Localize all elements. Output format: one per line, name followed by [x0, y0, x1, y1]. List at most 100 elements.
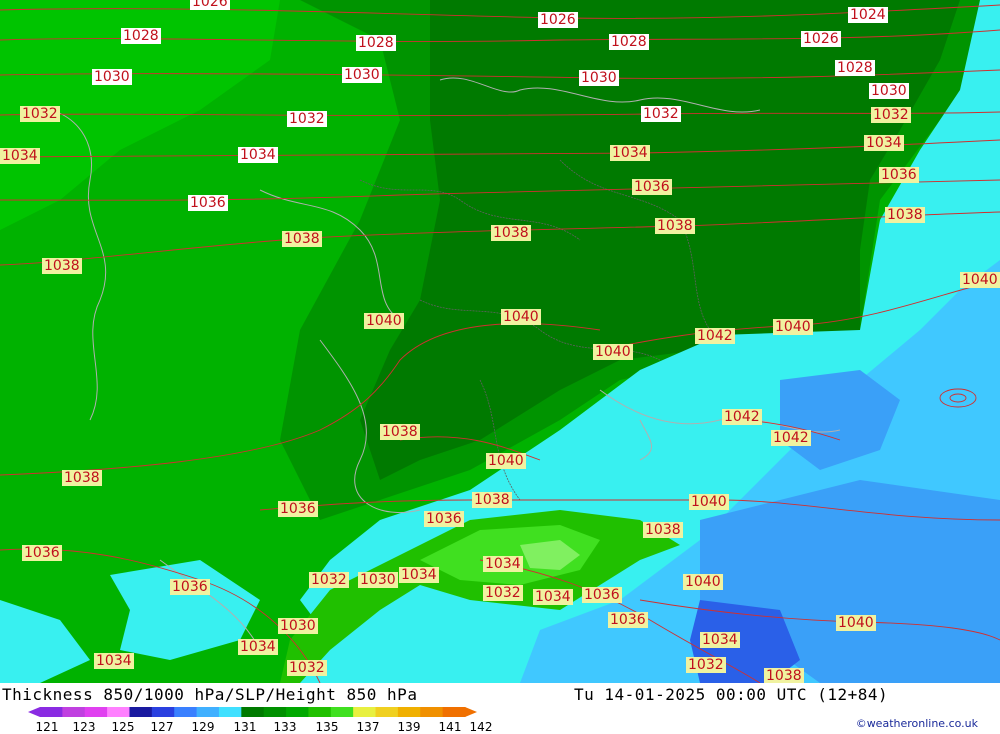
isobar-label: 1034: [94, 653, 134, 669]
isobar-label: 1032: [287, 660, 327, 676]
scale-swatch: [62, 707, 86, 717]
scale-tick-label: 139: [397, 720, 421, 734]
isobar-label: 1036: [582, 587, 622, 603]
isobar-label: 1042: [771, 430, 811, 446]
isobar-label: 1036: [170, 579, 210, 595]
isobar-label: 1032: [309, 572, 349, 588]
scale-swatch: [107, 707, 130, 717]
scale-swatch: [263, 707, 287, 717]
isobar-label: 1036: [608, 612, 648, 628]
scale-swatch: [218, 707, 242, 717]
isobar-label: 1036: [632, 179, 672, 195]
valid-time: Tu 14-01-2025 00:00 UTC (12+84): [574, 685, 889, 704]
scale-swatch: [397, 707, 421, 717]
isobar-label: 1030: [358, 572, 398, 588]
isobar-label: 1036: [188, 195, 228, 211]
scale-swatch: [420, 707, 444, 717]
scale-tick-label: 141: [438, 720, 462, 734]
isobar-label: 1030: [579, 70, 619, 86]
scale-tick-label: 137: [356, 720, 380, 734]
isobar-label: 1040: [683, 574, 723, 590]
scale-swatch: [442, 707, 466, 717]
isobar-label: 1030: [92, 69, 132, 85]
isobar-label: 1040: [364, 313, 404, 329]
isobar-label: 1030: [869, 83, 909, 99]
scale-swatch: [196, 707, 220, 717]
chart-title: Thickness 850/1000 hPa/SLP/Height 850 hP…: [2, 685, 418, 704]
credit-link[interactable]: ©weatheronline.co.uk: [856, 717, 978, 730]
isobar-label: 1034: [238, 147, 278, 163]
isobar-label: 1032: [287, 111, 327, 127]
scale-swatch: [84, 707, 108, 717]
scale-swatch: [174, 707, 198, 717]
isobar-label: 1040: [501, 309, 541, 325]
scale-tick-label: 125: [111, 720, 135, 734]
isobar-label: 1028: [835, 60, 875, 76]
isobar-label: 1034: [700, 632, 740, 648]
thickness-map: [0, 0, 1000, 683]
scale-swatch: [353, 707, 377, 717]
isobar-label: 1028: [121, 28, 161, 44]
isobar-label: 1040: [773, 319, 813, 335]
isobar-label: 1034: [238, 639, 278, 655]
scale-swatch: [151, 707, 175, 717]
scale-swatch: [330, 707, 354, 717]
scale-swatch: [241, 707, 265, 717]
isobar-label: 1040: [486, 453, 526, 469]
scale-arrow-left: [28, 707, 40, 717]
color-scale: [28, 707, 477, 717]
scale-swatch: [129, 707, 153, 717]
scale-swatch: [286, 707, 309, 717]
isobar-label: 1036: [22, 545, 62, 561]
isobar-label: 1026: [538, 12, 578, 28]
isobar-label: 1036: [278, 501, 318, 517]
isobar-label: 1038: [62, 470, 102, 486]
scale-arrow-right: [465, 707, 477, 717]
map-panel: 1026 1026 1024 1028 1028 1028 1026 1028 …: [0, 0, 1000, 683]
isobar-label: 1028: [609, 34, 649, 50]
isobar-label: 1026: [190, 0, 230, 10]
isobar-label: 1038: [42, 258, 82, 274]
scale-swatch: [40, 707, 63, 717]
isobar-label: 1038: [643, 522, 683, 538]
isobar-label: 1038: [655, 218, 695, 234]
isobar-label: 1040: [960, 272, 1000, 288]
isobar-label: 1038: [491, 225, 531, 241]
isobar-label: 1026: [801, 31, 841, 47]
scale-tick-label: 131: [233, 720, 257, 734]
isobar-label: 1032: [483, 585, 523, 601]
isobar-label: 1034: [533, 589, 573, 605]
isobar-label: 1034: [610, 145, 650, 161]
scale-swatch: [308, 707, 332, 717]
isobar-label: 1042: [695, 328, 735, 344]
scale-tick-label: 127: [150, 720, 174, 734]
isobar-label: 1038: [764, 668, 804, 683]
scale-swatch: [375, 707, 399, 717]
isobar-label: 1030: [342, 67, 382, 83]
isobar-label: 1030: [278, 618, 318, 634]
isobar-label: 1038: [472, 492, 512, 508]
isobar-label: 1032: [20, 106, 60, 122]
scale-tick-label: 142: [469, 720, 493, 734]
scale-tick-label: 123: [72, 720, 96, 734]
isobar-label: 1042: [722, 409, 762, 425]
isobar-label: 1032: [641, 106, 681, 122]
isobar-label: 1038: [282, 231, 322, 247]
isobar-label: 1034: [399, 567, 439, 583]
isobar-label: 1036: [424, 511, 464, 527]
isobar-label: 1028: [356, 35, 396, 51]
isobar-label: 1024: [848, 7, 888, 23]
isobar-label: 1040: [836, 615, 876, 631]
isobar-label: 1034: [483, 556, 523, 572]
isobar-label: 1034: [0, 148, 40, 164]
isobar-label: 1034: [864, 135, 904, 151]
scale-tick-label: 129: [191, 720, 215, 734]
isobar-label: 1038: [885, 207, 925, 223]
isobar-label: 1040: [593, 344, 633, 360]
scale-tick-label: 121: [35, 720, 59, 734]
scale-tick-label: 135: [315, 720, 339, 734]
isobar-label: 1032: [871, 107, 911, 123]
isobar-label: 1036: [879, 167, 919, 183]
isobar-label: 1038: [380, 424, 420, 440]
scale-tick-label: 133: [273, 720, 297, 734]
